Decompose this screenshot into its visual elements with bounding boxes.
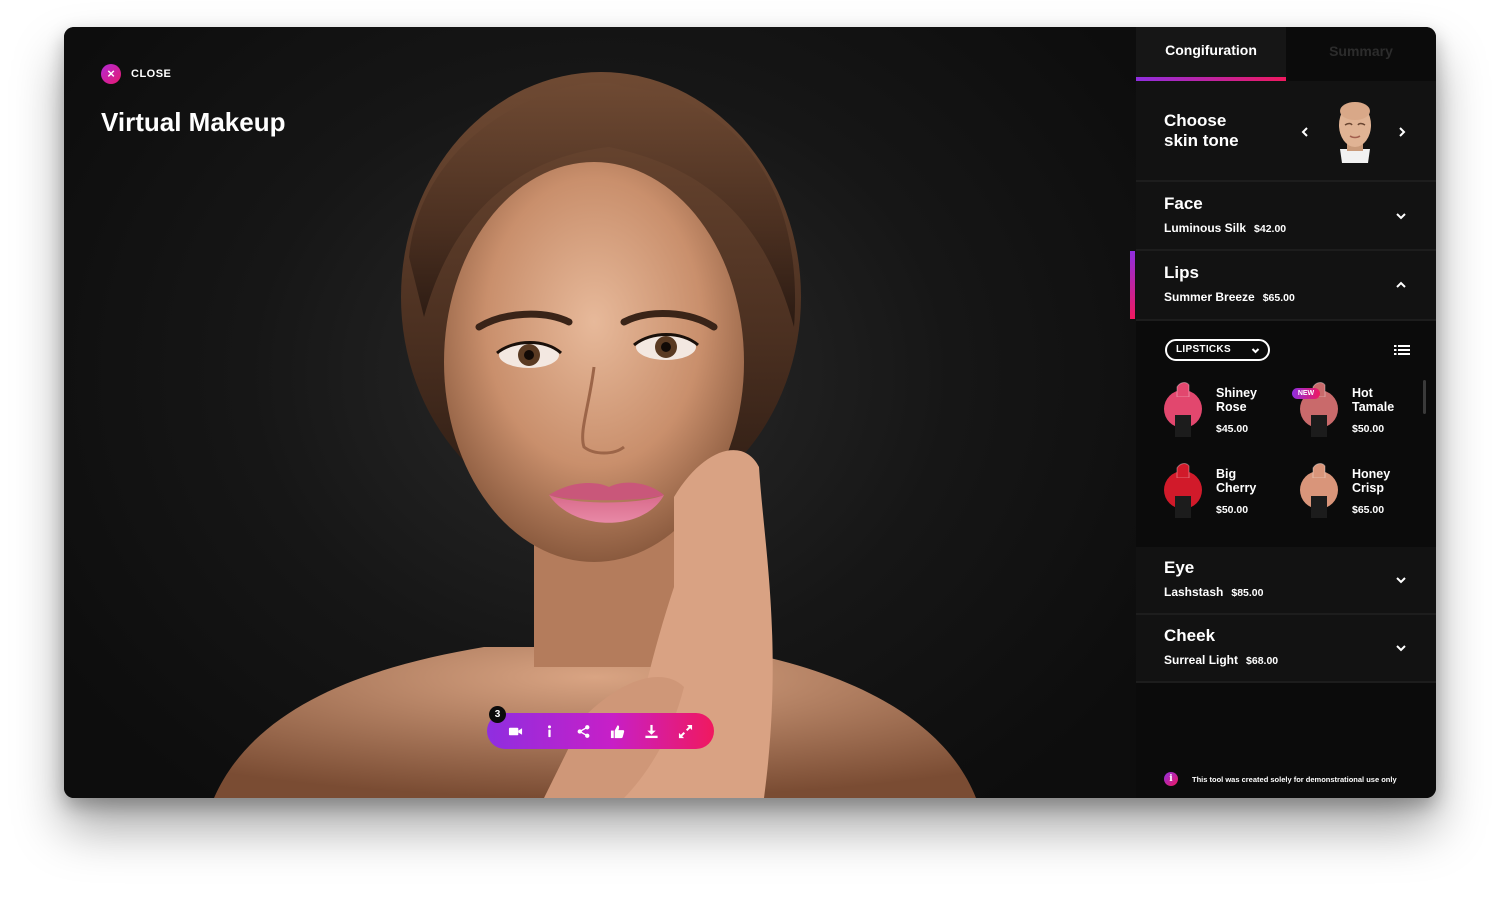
section-cheek-toggle[interactable] [1394, 641, 1408, 655]
share-icon [577, 724, 590, 738]
product-card[interactable]: Honey Crisp $65.00 [1300, 460, 1430, 524]
chevron-down-icon [1396, 213, 1406, 220]
product-card[interactable]: NEW Hot Tamale $50.00 [1292, 379, 1430, 443]
lips-products-panel: LIPSTICKS Shiney Rose $45.00 NEW Hot Tam… [1136, 321, 1436, 547]
section-face[interactable]: Face Luminous Silk $42.00 [1136, 182, 1436, 251]
skin-tone-prev-button[interactable] [1298, 125, 1312, 139]
product-price: $50.00 [1216, 504, 1249, 516]
skin-tone-title: Choose skin tone [1164, 111, 1239, 150]
close-label: CLOSE [131, 68, 172, 80]
tab-summary[interactable]: Summary [1286, 27, 1436, 81]
section-lips-title: Lips [1164, 263, 1199, 282]
action-toolbar: 3 [487, 706, 714, 749]
camera-button[interactable] [504, 719, 528, 743]
active-section-indicator [1130, 251, 1135, 319]
disclaimer: i This tool was created solely for demon… [1164, 772, 1397, 786]
configuration-panel: Congifuration Summary Choose skin tone F… [1130, 27, 1436, 798]
expand-icon [678, 724, 692, 738]
product-card[interactable]: Big Cherry $50.00 [1164, 460, 1294, 524]
close-icon: × [101, 64, 121, 84]
thumbs-up-icon [610, 724, 625, 738]
skin-tone-next-button[interactable] [1395, 125, 1409, 139]
product-price: $45.00 [1216, 423, 1249, 435]
section-face-toggle[interactable] [1394, 209, 1408, 223]
section-lips-product: Summer Breeze $65.00 [1164, 290, 1295, 304]
chevron-down-icon [1396, 645, 1406, 652]
lipstick-swatch [1164, 463, 1202, 518]
download-button[interactable] [639, 719, 663, 743]
tab-configuration[interactable]: Congifuration [1136, 27, 1286, 81]
download-icon [645, 724, 658, 738]
section-face-product: Luminous Silk $42.00 [1164, 221, 1287, 235]
list-view-button[interactable] [1394, 343, 1410, 357]
section-eye-toggle[interactable] [1394, 573, 1408, 587]
share-button[interactable] [572, 719, 596, 743]
skin-tone-head-icon [1339, 102, 1371, 163]
info-button[interactable] [538, 719, 562, 743]
chevron-down-icon [1396, 577, 1406, 584]
product-name: Big Cherry [1216, 467, 1257, 495]
close-button[interactable]: × CLOSE [101, 64, 171, 84]
product-card[interactable]: Shiney Rose $45.00 [1164, 379, 1294, 443]
category-dropdown[interactable]: LIPSTICKS [1165, 339, 1270, 361]
section-cheek[interactable]: Cheek Surreal Light $68.00 [1136, 615, 1436, 683]
section-eye-product: Lashstash $85.00 [1164, 585, 1264, 599]
section-face-title: Face [1164, 194, 1203, 213]
product-name: Shiney Rose [1216, 386, 1257, 414]
product-name: Hot Tamale [1352, 386, 1395, 414]
like-button[interactable] [605, 719, 629, 743]
new-badge: NEW [1292, 388, 1320, 399]
fullscreen-button[interactable] [673, 719, 697, 743]
section-lips-toggle[interactable] [1394, 278, 1408, 292]
disclaimer-text: This tool was created solely for demonst… [1192, 774, 1397, 784]
section-lips[interactable]: Lips Summer Breeze $65.00 [1130, 251, 1436, 321]
lipstick-swatch [1164, 382, 1202, 437]
section-eye-title: Eye [1164, 558, 1195, 577]
preview-stage: × CLOSE Virtual Makeup 3 [64, 27, 1136, 798]
section-cheek-product: Surreal Light $68.00 [1164, 653, 1279, 667]
chevron-right-icon [1399, 127, 1406, 137]
app-window: × CLOSE Virtual Makeup 3 Congifuration S… [64, 27, 1436, 798]
model-portrait [214, 72, 976, 798]
page-title: Virtual Makeup [101, 107, 286, 137]
lipstick-swatch [1300, 463, 1338, 518]
notification-badge: 3 [489, 706, 506, 723]
chevron-left-icon [1301, 127, 1308, 137]
chevron-up-icon [1396, 281, 1406, 288]
section-eye[interactable]: Eye Lashstash $85.00 [1136, 547, 1436, 615]
section-cheek-title: Cheek [1164, 626, 1216, 645]
product-price: $50.00 [1352, 423, 1385, 435]
camera-icon [509, 727, 523, 735]
tab-bar: Congifuration Summary [1136, 27, 1436, 81]
info-icon [548, 724, 552, 737]
product-name: Honey Crisp [1352, 467, 1391, 495]
list-icon [1394, 345, 1410, 355]
skin-tone-row: Choose skin tone [1136, 81, 1436, 182]
product-price: $65.00 [1352, 504, 1385, 516]
info-icon: i [1164, 772, 1178, 786]
chevron-down-icon [1251, 346, 1260, 355]
